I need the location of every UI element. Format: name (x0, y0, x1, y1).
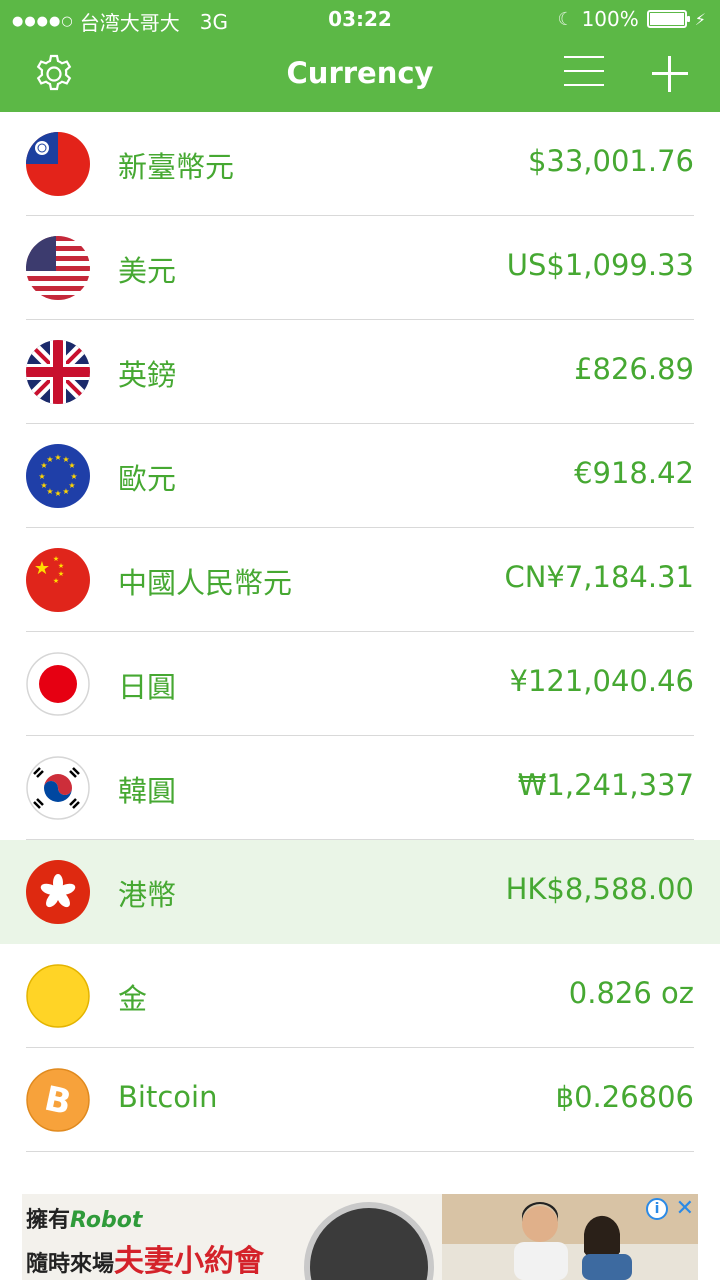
moon-icon: ☾ (557, 8, 574, 30)
korea-flag-icon (26, 756, 90, 820)
hamburger-menu-icon[interactable] (564, 54, 604, 88)
currency-name: Bitcoin (118, 1080, 218, 1114)
ad-slogan: 夫妻小約會 (114, 1244, 265, 1279)
currency-name: 港幣 (118, 878, 177, 912)
currency-amount: HK$8,588.00 (505, 872, 694, 906)
gold-icon (26, 964, 90, 1028)
currency-name: 韓圓 (118, 774, 177, 808)
battery-percent: 100% (581, 7, 639, 31)
top-bar: ●●●●○ 台湾大哥大 3G 03:22 ☾ 100% ⚡ Currency (0, 0, 720, 112)
svg-text:★: ★ (38, 472, 45, 481)
usa-flag-icon (26, 236, 90, 300)
currency-row-cny[interactable]: ★ ★ ★ ★ ★ 中國人民幣元 CN¥7,184.31 (0, 528, 720, 632)
currency-name: 英鎊 (118, 358, 177, 392)
china-flag-icon: ★ ★ ★ ★ ★ (26, 548, 90, 612)
ad-brand: Robot (70, 1208, 143, 1233)
svg-text:★: ★ (34, 558, 50, 579)
currency-row-hkd-selected[interactable]: 港幣 HK$8,588.00 (0, 840, 720, 944)
charging-icon: ⚡ (694, 9, 706, 29)
currency-row-jpy[interactable]: 日圓 ¥121,040.46 (0, 632, 720, 736)
svg-text:★: ★ (54, 453, 61, 462)
currency-name: 中國人民幣元 (118, 566, 293, 600)
svg-text:★: ★ (54, 489, 61, 498)
eu-flag-icon: ★ ★★ ★★★ ★★★ ★★★ (26, 444, 90, 508)
svg-text:★: ★ (68, 461, 75, 470)
currency-name: 歐元 (118, 462, 177, 496)
hongkong-flag-icon (26, 860, 90, 924)
currency-amount: 0.826 oz (568, 976, 694, 1010)
robot-vacuum-image (304, 1202, 434, 1280)
bitcoin-icon: B (26, 1068, 90, 1132)
currency-row-gold[interactable]: 金 0.826 oz (0, 944, 720, 1048)
page-title: Currency (286, 56, 434, 90)
currency-amount: ₩1,241,337 (517, 768, 694, 802)
currency-amount: CN¥7,184.31 (504, 560, 694, 594)
ad-headline: 擁有Robot (26, 1202, 142, 1234)
ad-text: 隨時來場 (26, 1252, 115, 1277)
currency-list: 新臺幣元 $33,001.76 美元 US$1,099.33 英鎊 £826.8… (0, 112, 720, 1152)
row-divider (26, 1151, 694, 1152)
currency-amount: £826.89 (574, 352, 694, 386)
currency-name: 新臺幣元 (118, 150, 235, 184)
japan-flag-icon (26, 652, 90, 716)
svg-text:★: ★ (70, 472, 77, 481)
currency-row-krw[interactable]: 韓圓 ₩1,241,337 (0, 736, 720, 840)
close-icon[interactable]: ✕ (676, 1196, 694, 1221)
currency-amount: ¥121,040.46 (509, 664, 695, 698)
info-icon[interactable]: i (646, 1198, 668, 1220)
svg-text:★: ★ (46, 455, 53, 464)
taiwan-flag-icon (26, 132, 90, 196)
currency-name: 日圓 (118, 670, 177, 704)
currency-row-bitcoin[interactable]: B Bitcoin ฿0.26806 (0, 1048, 720, 1152)
currency-amount: €918.42 (574, 456, 694, 490)
currency-name: 美元 (118, 254, 177, 288)
ad-subline: 隨時來場夫妻小約會 (26, 1236, 264, 1280)
currency-row-eur[interactable]: ★ ★ ★ ★ ★ ★ ★ ★ ★ ★ ★ ★ 歐元 €918.42 (0, 424, 720, 528)
status-right: ☾ 100% ⚡ (557, 7, 706, 31)
add-currency-button[interactable] (652, 56, 688, 92)
svg-text:★: ★ (58, 562, 64, 570)
battery-icon (646, 10, 690, 28)
status-bar: ●●●●○ 台湾大哥大 3G 03:22 ☾ 100% ⚡ (0, 0, 720, 38)
uk-flag-icon (26, 340, 90, 404)
currency-amount: US$1,099.33 (506, 248, 694, 282)
ad-banner[interactable]: 擁有Robot 隨時來場夫妻小約會 i ✕ (22, 1194, 698, 1280)
currency-row-twd[interactable]: 新臺幣元 $33,001.76 (0, 112, 720, 216)
currency-amount: $33,001.76 (527, 144, 694, 178)
currency-row-gbp[interactable]: 英鎊 £826.89 (0, 320, 720, 424)
svg-text:★: ★ (40, 481, 47, 490)
currency-row-usd[interactable]: 美元 US$1,099.33 (0, 216, 720, 320)
currency-amount: ฿0.26806 (555, 1080, 694, 1114)
svg-text:★: ★ (62, 487, 69, 496)
ad-text: 擁有 (26, 1208, 71, 1233)
svg-text:★: ★ (53, 577, 59, 585)
currency-name: 金 (118, 982, 148, 1016)
